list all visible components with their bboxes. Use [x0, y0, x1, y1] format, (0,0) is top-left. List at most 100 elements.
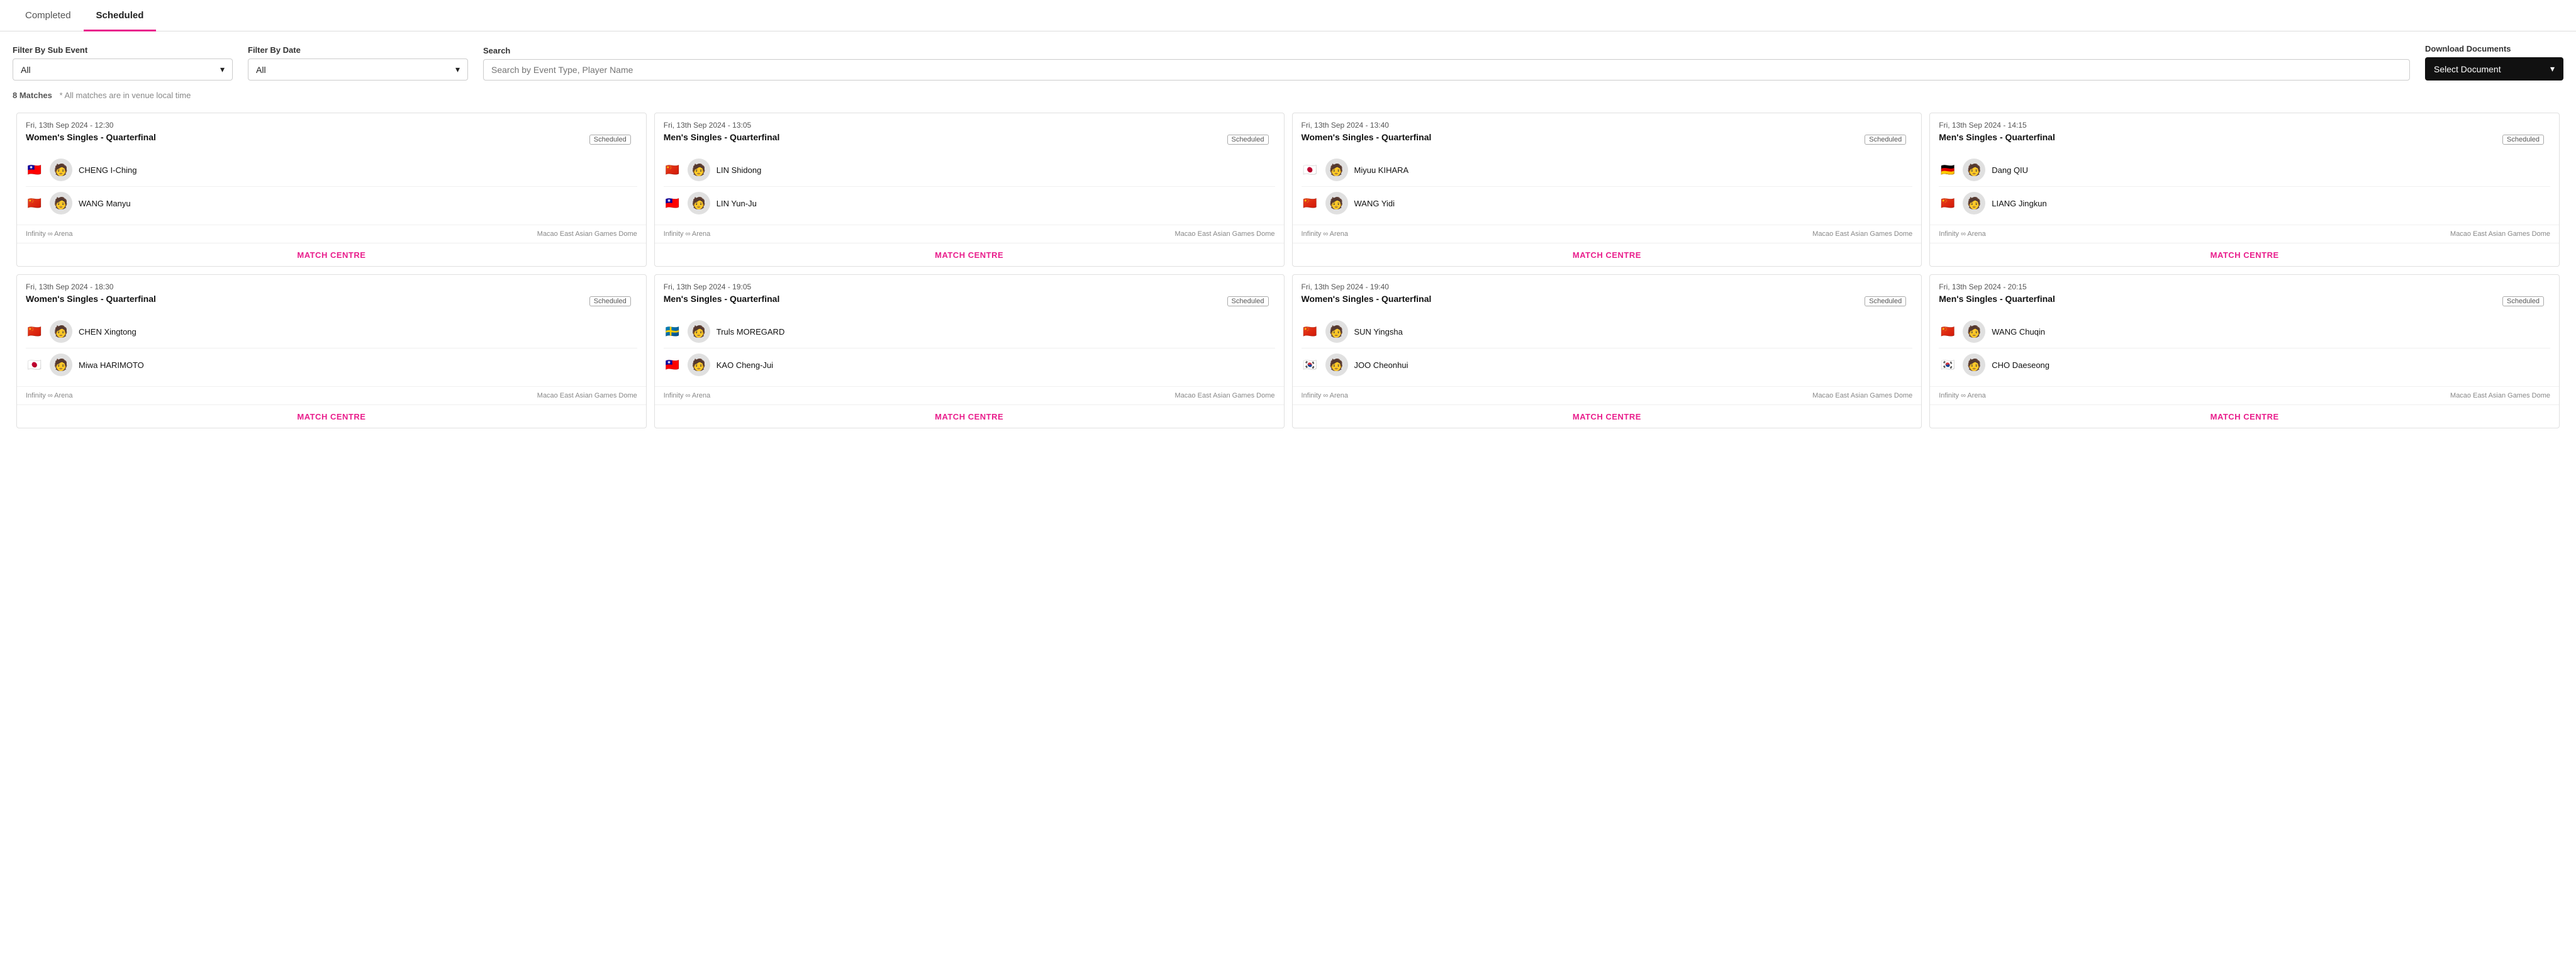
match-cards-grid: Fri, 13th Sep 2024 - 12:30 Women's Singl… [0, 109, 2576, 445]
card-players: 🇯🇵 🧑 Miyuu KIHARA 🇨🇳 🧑 WANG Yidi [1293, 148, 1922, 225]
card-status: Scheduled [2502, 132, 2550, 146]
venue-left: Infinity ∞ Arena [664, 392, 711, 399]
filter-sub-event-select[interactable]: All ▾ [13, 58, 233, 81]
match-card: Fri, 13th Sep 2024 - 19:40 Women's Singl… [1292, 274, 1922, 428]
filter-sub-event-label: Filter By Sub Event [13, 45, 233, 55]
tab-scheduled[interactable]: Scheduled [84, 0, 157, 31]
filter-date-label: Filter By Date [248, 45, 468, 55]
card-event: Women's Singles - Quarterfinal [26, 132, 156, 142]
player-row: 🇹🇼 🧑 CHENG I-Ching [26, 153, 637, 187]
card-header-row: Women's Singles - Quarterfinal Scheduled [26, 294, 637, 308]
player-flag: 🇨🇳 [1302, 197, 1319, 209]
venue-left: Infinity ∞ Arena [1939, 230, 1986, 238]
tabs-container: Completed Scheduled [0, 0, 2576, 31]
card-footer: MATCH CENTRE [1930, 404, 2559, 428]
player-name: CHENG I-Ching [79, 165, 137, 175]
card-header-row: Men's Singles - Quarterfinal Scheduled [664, 294, 1275, 308]
card-venue: Infinity ∞ Arena Macao East Asian Games … [17, 225, 646, 243]
card-header-row: Men's Singles - Quarterfinal Scheduled [1939, 294, 2550, 308]
status-badge: Scheduled [1227, 135, 1269, 145]
match-centre-button[interactable]: MATCH CENTRE [1573, 412, 1641, 421]
venue-left: Infinity ∞ Arena [664, 230, 711, 238]
card-status: Scheduled [1227, 132, 1275, 146]
card-venue: Infinity ∞ Arena Macao East Asian Games … [1293, 386, 1922, 404]
card-datetime: Fri, 13th Sep 2024 - 12:30 [26, 121, 637, 130]
avatar: 🧑 [1325, 159, 1348, 181]
player-row: 🇩🇪 🧑 Dang QIU [1939, 153, 2550, 187]
venue-left: Infinity ∞ Arena [1302, 392, 1349, 399]
match-centre-button[interactable]: MATCH CENTRE [297, 412, 365, 421]
player-name: Miyuu KIHARA [1354, 165, 1409, 175]
player-name: LIN Yun-Ju [716, 199, 757, 208]
player-name: LIANG Jingkun [1992, 199, 2046, 208]
card-players: 🇨🇳 🧑 LIN Shidong 🇹🇼 🧑 LIN Yun-Ju [655, 148, 1284, 225]
player-flag: 🇰🇷 [1939, 359, 1956, 371]
player-flag: 🇹🇼 [26, 164, 43, 176]
player-flag: 🇩🇪 [1939, 164, 1956, 176]
filter-date-select[interactable]: All ▾ [248, 58, 468, 81]
avatar: 🧑 [1963, 354, 1985, 376]
player-name: LIN Shidong [716, 165, 762, 175]
avatar: 🧑 [50, 159, 72, 181]
card-datetime: Fri, 13th Sep 2024 - 14:15 [1939, 121, 2550, 130]
match-centre-button[interactable]: MATCH CENTRE [2211, 250, 2279, 260]
match-card: Fri, 13th Sep 2024 - 18:30 Women's Singl… [16, 274, 647, 428]
player-flag: 🇯🇵 [26, 359, 43, 371]
card-footer: MATCH CENTRE [1293, 243, 1922, 266]
venue-right: Macao East Asian Games Dome [2450, 230, 2550, 238]
tab-completed[interactable]: Completed [13, 0, 84, 31]
card-header: Fri, 13th Sep 2024 - 13:40 Women's Singl… [1293, 113, 1922, 148]
player-flag: 🇹🇼 [664, 197, 681, 209]
player-row: 🇨🇳 🧑 WANG Yidi [1302, 187, 1913, 220]
player-row: 🇨🇳 🧑 LIANG Jingkun [1939, 187, 2550, 220]
player-row: 🇹🇼 🧑 LIN Yun-Ju [664, 187, 1275, 220]
player-name: SUN Yingsha [1354, 327, 1403, 337]
card-status: Scheduled [2502, 294, 2550, 308]
card-venue: Infinity ∞ Arena Macao East Asian Games … [1293, 225, 1922, 243]
match-centre-button[interactable]: MATCH CENTRE [297, 250, 365, 260]
match-card: Fri, 13th Sep 2024 - 13:40 Women's Singl… [1292, 113, 1922, 267]
player-row: 🇰🇷 🧑 CHO Daeseong [1939, 348, 2550, 381]
avatar: 🧑 [1325, 192, 1348, 214]
player-name: Dang QIU [1992, 165, 2028, 175]
filters-row: Filter By Sub Event All ▾ Filter By Date… [0, 31, 2576, 87]
search-input[interactable] [483, 59, 2410, 81]
player-flag: 🇨🇳 [26, 197, 43, 209]
match-count-note: * All matches are in venue local time [60, 91, 191, 100]
card-venue: Infinity ∞ Arena Macao East Asian Games … [1930, 225, 2559, 243]
filter-sub-event: Filter By Sub Event All ▾ [13, 45, 233, 81]
card-event: Men's Singles - Quarterfinal [664, 294, 780, 304]
card-status: Scheduled [1865, 132, 1912, 146]
player-flag: 🇹🇼 [664, 359, 681, 371]
card-players: 🇸🇪 🧑 Truls MOREGARD 🇹🇼 🧑 KAO Cheng-Jui [655, 310, 1284, 386]
venue-left: Infinity ∞ Arena [1302, 230, 1349, 238]
venue-right: Macao East Asian Games Dome [537, 392, 637, 399]
match-card: Fri, 13th Sep 2024 - 13:05 Men's Singles… [654, 113, 1285, 267]
player-row: 🇯🇵 🧑 Miwa HARIMOTO [26, 348, 637, 381]
card-players: 🇩🇪 🧑 Dang QIU 🇨🇳 🧑 LIANG Jingkun [1930, 148, 2559, 225]
card-event: Men's Singles - Quarterfinal [1939, 294, 2055, 304]
match-card: Fri, 13th Sep 2024 - 14:15 Men's Singles… [1929, 113, 2560, 267]
player-name: WANG Yidi [1354, 199, 1395, 208]
card-event: Women's Singles - Quarterfinal [1302, 294, 1432, 304]
player-flag: 🇨🇳 [1939, 325, 1956, 338]
card-venue: Infinity ∞ Arena Macao East Asian Games … [1930, 386, 2559, 404]
card-header: Fri, 13th Sep 2024 - 20:15 Men's Singles… [1930, 275, 2559, 310]
card-header: Fri, 13th Sep 2024 - 19:05 Men's Singles… [655, 275, 1284, 310]
filter-date-value: All [256, 65, 266, 75]
card-datetime: Fri, 13th Sep 2024 - 13:40 [1302, 121, 1913, 130]
player-name: CHEN Xingtong [79, 327, 137, 337]
player-flag: 🇨🇳 [26, 325, 43, 338]
venue-left: Infinity ∞ Arena [1939, 392, 1986, 399]
card-event: Men's Singles - Quarterfinal [664, 132, 780, 142]
match-centre-button[interactable]: MATCH CENTRE [935, 250, 1003, 260]
match-centre-button[interactable]: MATCH CENTRE [1573, 250, 1641, 260]
download-document-select[interactable]: Select Document ▾ [2425, 57, 2563, 81]
player-flag: 🇨🇳 [1939, 197, 1956, 209]
player-row: 🇨🇳 🧑 CHEN Xingtong [26, 315, 637, 348]
player-row: 🇨🇳 🧑 LIN Shidong [664, 153, 1275, 187]
match-card: Fri, 13th Sep 2024 - 20:15 Men's Singles… [1929, 274, 2560, 428]
avatar: 🧑 [50, 320, 72, 343]
match-centre-button[interactable]: MATCH CENTRE [2211, 412, 2279, 421]
match-centre-button[interactable]: MATCH CENTRE [935, 412, 1003, 421]
